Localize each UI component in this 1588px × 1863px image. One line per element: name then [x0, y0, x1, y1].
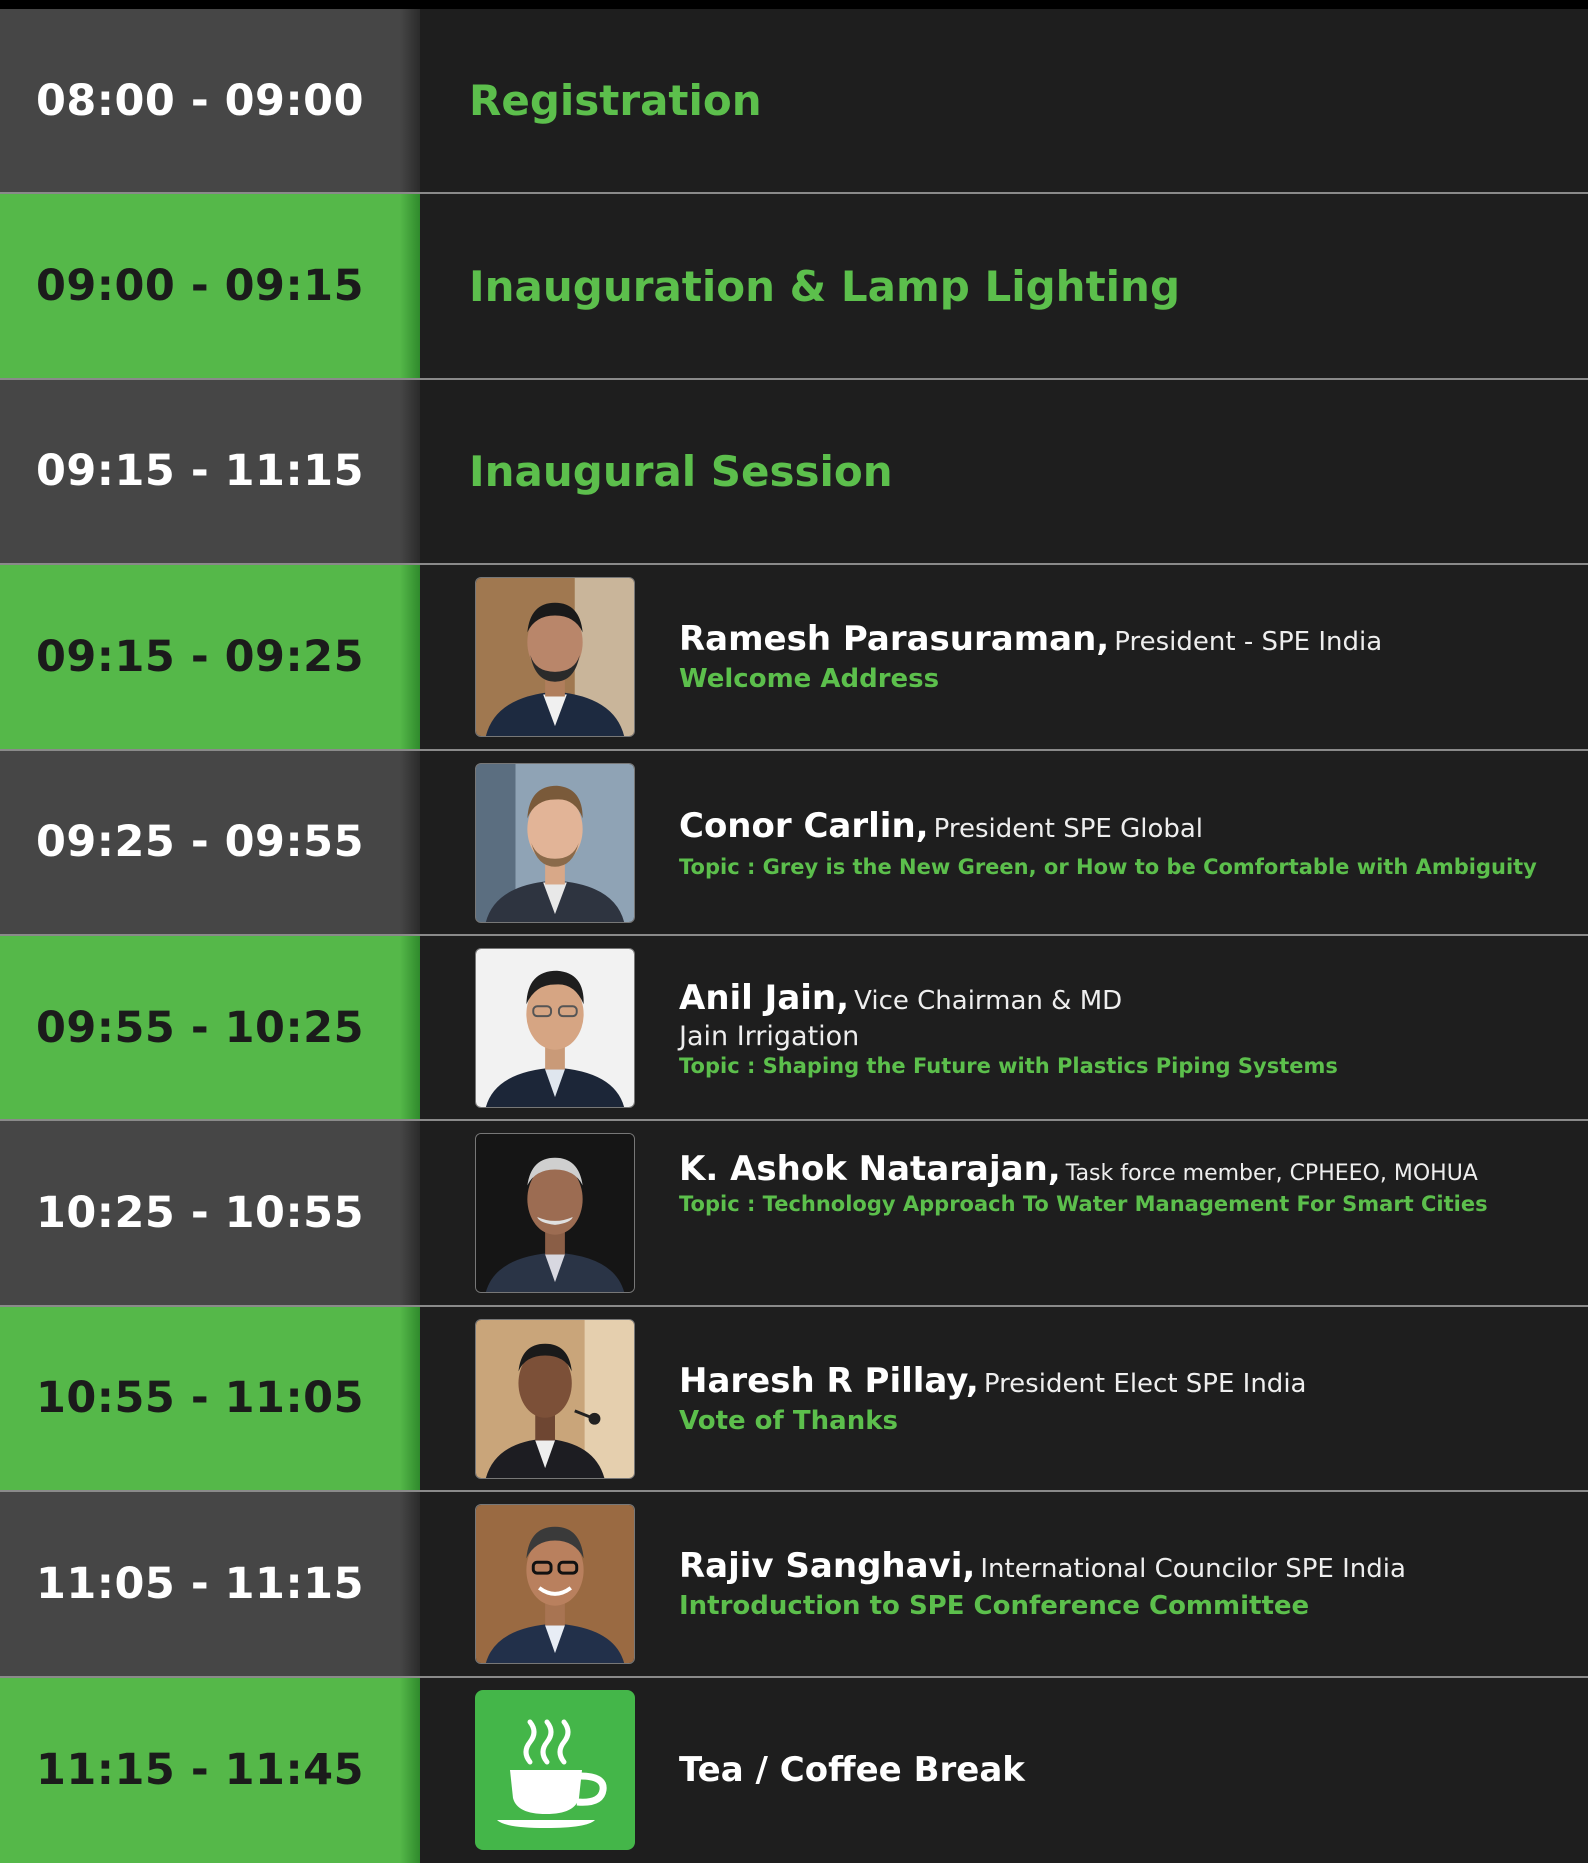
- time-slot: 09:00 - 09:15: [0, 194, 420, 378]
- speaker-portrait-icon: [476, 578, 634, 737]
- speaker-name: Rajiv Sanghavi,: [679, 1546, 976, 1587]
- time-label: 09:55 - 10:25: [35, 1002, 365, 1053]
- speaker-name: Anil Jain,: [679, 977, 850, 1018]
- speaker-portrait-icon: [476, 948, 634, 1107]
- speaker-info: K. Ashok Natarajan, Task force member, C…: [679, 1121, 1568, 1304]
- time-slot: 10:25 - 10:55: [0, 1121, 420, 1305]
- agenda-row-speaker: 09:25 - 09:55 Conor Carlin, President SP…: [0, 750, 1588, 936]
- speaker-role: International Councilor SPE India: [980, 1554, 1406, 1585]
- time-slot: 08:00 - 09:00: [0, 9, 420, 193]
- speaker-role: President - SPE India: [1114, 627, 1383, 658]
- time-label: 11:15 - 11:45: [35, 1745, 365, 1796]
- time-label: 09:00 - 09:15: [35, 261, 365, 312]
- agenda-row-speaker: 09:55 - 10:25 Anil Jain, Vice Chairman &…: [0, 935, 1588, 1122]
- speaker-photo: [475, 577, 635, 738]
- time-slot: 09:15 - 11:15: [0, 379, 420, 564]
- session-subtitle: Welcome Address: [679, 664, 940, 695]
- speaker-name: Haresh R Pillay,: [679, 1361, 979, 1402]
- time-label: 09:15 - 11:15: [35, 446, 365, 497]
- session-title: Registration: [469, 76, 762, 126]
- session-topic: Topic : Shaping the Future with Plastics…: [679, 1053, 1338, 1078]
- session-subtitle: Introduction to SPE Conference Committee: [679, 1591, 1310, 1622]
- speaker-photo: [475, 1504, 635, 1665]
- speaker-role: Task force member, CPHEEO, MOHUA: [1065, 1161, 1478, 1187]
- speaker-portrait-icon: [476, 1505, 634, 1664]
- agenda-row-registration: 08:00 - 09:00 Registration: [0, 9, 1588, 195]
- speaker-portrait-icon: [476, 763, 634, 922]
- speaker-info: Rajiv Sanghavi, International Councilor …: [679, 1492, 1568, 1675]
- time-slot: 10:55 - 11:05: [0, 1306, 420, 1491]
- time-label: 08:00 - 09:00: [35, 75, 365, 126]
- speaker-name: Conor Carlin,: [679, 805, 929, 846]
- speaker-organization: Jain Irrigation: [679, 1020, 860, 1052]
- agenda-row-speaker: 09:15 - 09:25 Ramesh Parasuraman, Presid…: [0, 565, 1588, 751]
- speaker-info: Ramesh Parasuraman, President - SPE Indi…: [679, 565, 1568, 748]
- agenda-row-inauguration: 09:00 - 09:15 Inauguration & Lamp Lighti…: [0, 194, 1588, 380]
- speaker-portrait-icon: [476, 1319, 634, 1478]
- speaker-photo: [475, 947, 635, 1108]
- time-label: 10:25 - 10:55: [35, 1188, 365, 1239]
- agenda-row-speaker: 10:55 - 11:05 Haresh R Pillay, President…: [0, 1306, 1588, 1493]
- time-slot: 09:55 - 10:25: [0, 935, 420, 1120]
- speaker-photo: [475, 762, 635, 923]
- break-title: Tea / Coffee Break: [679, 1750, 1025, 1791]
- time-slot: 11:05 - 11:15: [0, 1492, 420, 1676]
- time-slot: 11:15 - 11:45: [0, 1677, 420, 1863]
- speaker-info: Anil Jain, Vice Chairman & MD Jain Irrig…: [679, 936, 1568, 1119]
- time-label: 09:25 - 09:55: [35, 817, 365, 868]
- session-subtitle: Vote of Thanks: [679, 1405, 898, 1436]
- agenda-row-speaker: 11:05 - 11:15 Rajiv Sanghavi, Internatio…: [0, 1492, 1588, 1678]
- agenda-schedule: 08:00 - 09:00 Registration 09:00 - 09:15…: [0, 9, 1588, 1863]
- session-topic: Topic : Grey is the New Green, or How to…: [679, 854, 1537, 879]
- speaker-info: Haresh R Pillay, President Elect SPE Ind…: [679, 1307, 1568, 1490]
- speaker-name: Ramesh Parasuraman,: [679, 619, 1110, 660]
- time-label: 09:15 - 09:25: [35, 631, 365, 682]
- speaker-photo: [475, 1318, 635, 1479]
- session-title: Inauguration & Lamp Lighting: [469, 261, 1181, 311]
- speaker-role: Vice Chairman & MD: [854, 985, 1123, 1016]
- session-topic: Topic : Technology Approach To Water Man…: [679, 1192, 1488, 1217]
- speaker-info: Conor Carlin, President SPE Global Topic…: [679, 751, 1568, 934]
- speaker-role: President SPE Global: [933, 813, 1204, 844]
- agenda-row-speaker: 10:25 - 10:55 K. Ashok Natarajan, Task f…: [0, 1121, 1588, 1307]
- coffee-cup-icon: [475, 1689, 635, 1850]
- speaker-portrait-icon: [476, 1134, 634, 1293]
- agenda-row-inaugural-session: 09:15 - 11:15 Inaugural Session: [0, 379, 1588, 566]
- speaker-name: K. Ashok Natarajan,: [679, 1149, 1061, 1190]
- time-slot: 09:25 - 09:55: [0, 750, 420, 934]
- time-label: 10:55 - 11:05: [35, 1373, 365, 1424]
- time-slot: 09:15 - 09:25: [0, 565, 420, 749]
- agenda-row-break: 11:15 - 11:45 Tea / Coffee Break: [0, 1677, 1588, 1863]
- speaker-role: President Elect SPE India: [983, 1369, 1307, 1400]
- speaker-photo: [475, 1133, 635, 1294]
- session-title: Inaugural Session: [469, 446, 893, 496]
- time-label: 11:05 - 11:15: [35, 1558, 365, 1609]
